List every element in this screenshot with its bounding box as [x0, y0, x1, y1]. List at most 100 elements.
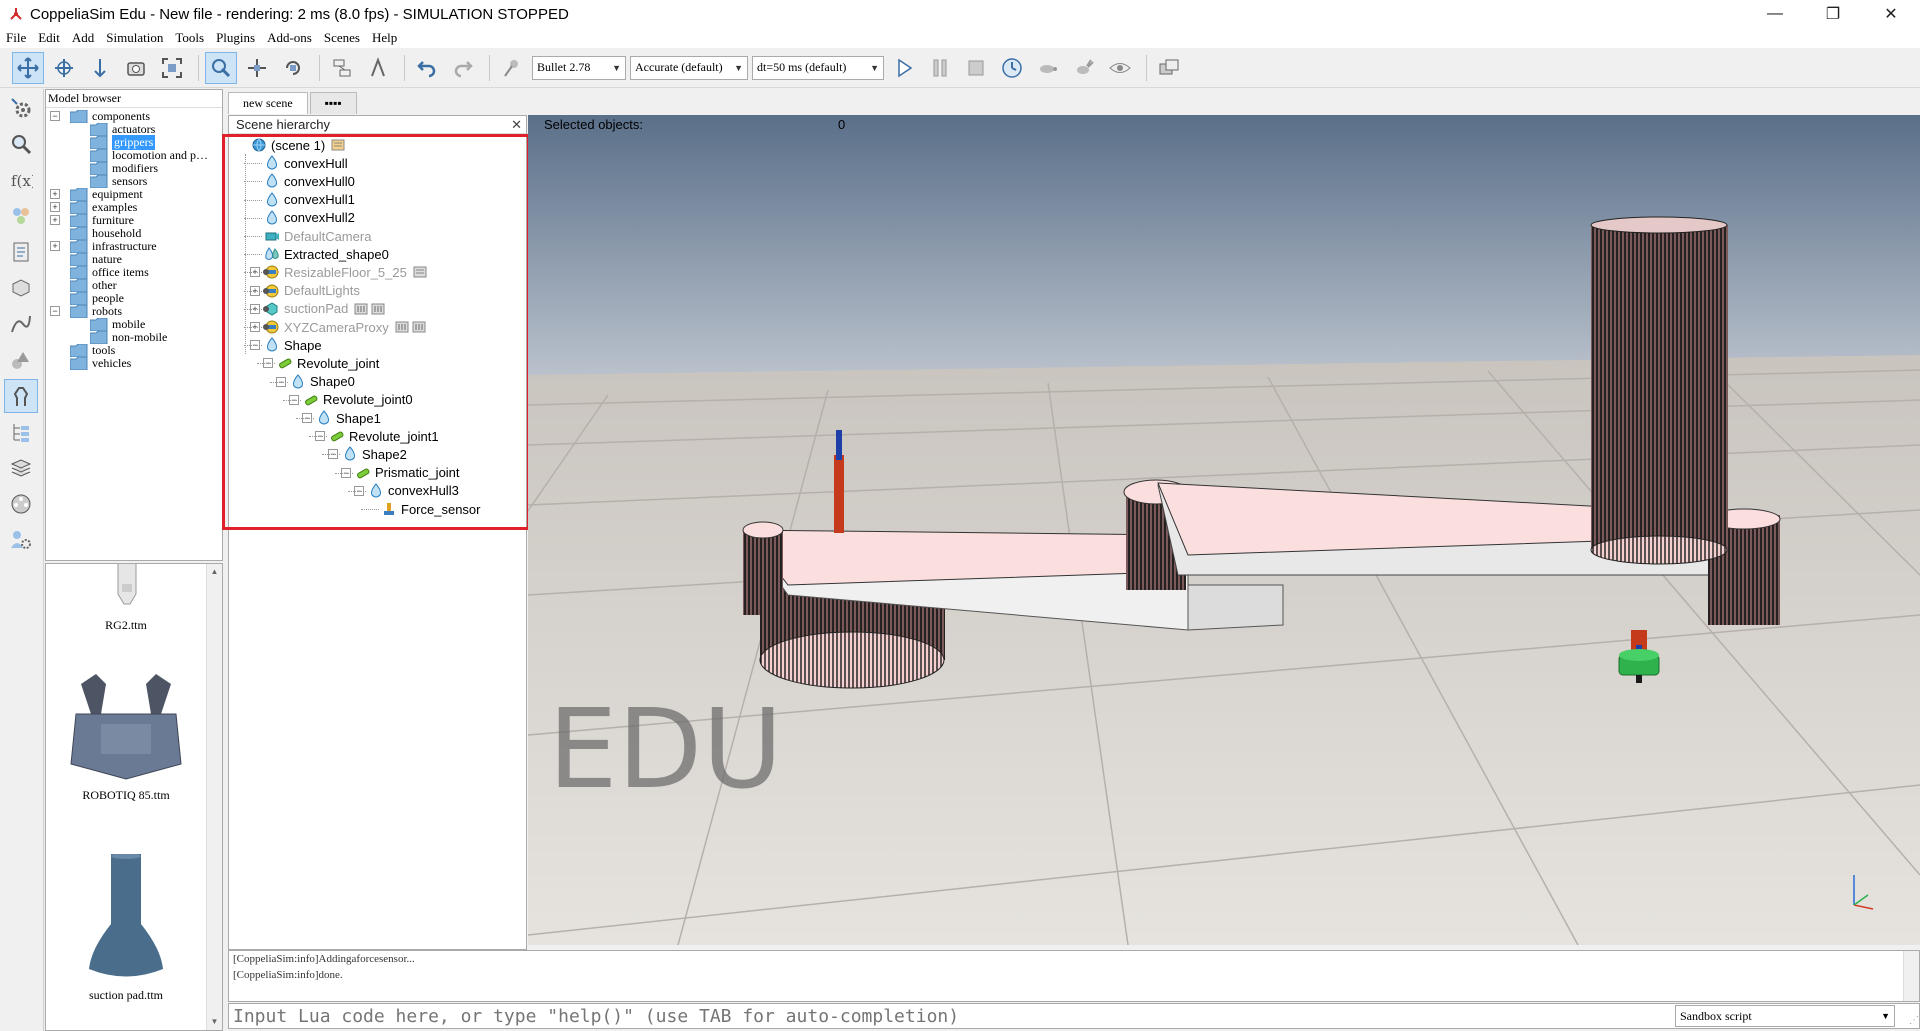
camera-rotate-button[interactable]: [48, 52, 80, 84]
menu-addons[interactable]: Add-ons: [267, 30, 312, 46]
script-icon[interactable]: [395, 321, 409, 333]
slower-button[interactable]: [1032, 52, 1064, 84]
menu-file[interactable]: File: [6, 30, 26, 46]
hierarchy-item[interactable]: Shape: [264, 336, 322, 354]
thumbnails-scrollbar[interactable]: ▲ ▼: [206, 564, 222, 1030]
tree-expander-icon[interactable]: +: [50, 202, 60, 212]
tab-new-scene[interactable]: new scene: [228, 92, 308, 114]
maximize-button[interactable]: ❐: [1804, 0, 1862, 28]
assemble-button[interactable]: [326, 52, 358, 84]
tree-expander-icon[interactable]: −: [50, 111, 60, 121]
hierarchy-item[interactable]: Force_sensor: [381, 500, 480, 518]
calculation-modules-button[interactable]: f(x): [4, 163, 38, 197]
hierarchy-item[interactable]: XYZCameraProxy: [264, 318, 426, 336]
menu-plugins[interactable]: Plugins: [216, 30, 255, 46]
model-browser-button[interactable]: [4, 379, 38, 413]
hierarchy-item[interactable]: Prismatic_joint: [355, 464, 460, 482]
menu-help[interactable]: Help: [372, 30, 397, 46]
menu-tools[interactable]: Tools: [175, 30, 204, 46]
tree-expander-icon[interactable]: +: [50, 241, 60, 251]
dynamics-toggle-button[interactable]: [496, 52, 528, 84]
pause-simulation-button[interactable]: [924, 52, 956, 84]
hierarchy-item[interactable]: convexHull3: [368, 482, 459, 500]
lua-command-input[interactable]: [229, 1005, 1675, 1027]
hierarchy-item[interactable]: Extracted_shape0: [264, 245, 389, 263]
scripts-button[interactable]: [4, 235, 38, 269]
3d-viewport[interactable]: Selected objects: 0 EDU: [528, 115, 1920, 945]
physics-engine-select[interactable]: Bullet 2.78 ▼: [532, 55, 626, 80]
hierarchy-item[interactable]: Shape2: [342, 445, 407, 463]
selection-button[interactable]: [4, 343, 38, 377]
scroll-down-icon[interactable]: ▼: [207, 1014, 222, 1030]
hierarchy-item[interactable]: DefaultLights: [264, 282, 360, 300]
simulation-settings-button[interactable]: [4, 91, 38, 125]
page-selector-button[interactable]: [1153, 52, 1185, 84]
realtime-button[interactable]: [996, 52, 1028, 84]
console-scrollbar[interactable]: [1903, 951, 1919, 1001]
customization-script-icon[interactable]: [371, 303, 385, 315]
menu-edit[interactable]: Edit: [38, 30, 60, 46]
scene-hierarchy-button[interactable]: [4, 415, 38, 449]
model-thumbnail[interactable]: suction pad.ttm: [46, 853, 206, 1003]
hierarchy-item[interactable]: ResizableFloor_5_25: [264, 263, 427, 281]
stop-simulation-button[interactable]: [960, 52, 992, 84]
fit-to-view-button[interactable]: [156, 52, 188, 84]
script-icon[interactable]: [413, 266, 427, 278]
hierarchy-item[interactable]: convexHull1: [264, 191, 355, 209]
rotate-icon: [286, 60, 300, 75]
transfer-dna-button[interactable]: [362, 52, 394, 84]
collections-button[interactable]: [4, 199, 38, 233]
hierarchy-item[interactable]: Shape0: [290, 373, 355, 391]
user-settings-button[interactable]: [4, 523, 38, 557]
resize-grip-icon[interactable]: ⋰: [1899, 1006, 1919, 1026]
faster-button[interactable]: [1068, 52, 1100, 84]
hierarchy-item[interactable]: Revolute_joint0: [303, 391, 413, 409]
camera-angle-button[interactable]: [120, 52, 152, 84]
path-edit-button[interactable]: [4, 307, 38, 341]
object-shift-button[interactable]: [241, 52, 273, 84]
menu-simulation[interactable]: Simulation: [106, 30, 163, 46]
hierarchy-item[interactable]: convexHull2: [264, 209, 355, 227]
minimize-button[interactable]: —: [1746, 0, 1804, 28]
tree-expander-icon[interactable]: +: [50, 189, 60, 199]
script-type-select[interactable]: Sandbox script ▼: [1675, 1005, 1895, 1027]
hierarchy-item[interactable]: Revolute_joint: [277, 354, 379, 372]
hierarchy-item[interactable]: DefaultCamera: [264, 227, 371, 245]
shape-edit-button[interactable]: [4, 271, 38, 305]
hierarchy-item[interactable]: Revolute_joint1: [329, 427, 439, 445]
hierarchy-item-label: Force_sensor: [401, 501, 481, 517]
menu-add[interactable]: Add: [72, 30, 94, 46]
object-properties-button[interactable]: [4, 127, 38, 161]
scroll-up-icon[interactable]: ▲: [207, 564, 222, 580]
layers-button[interactable]: [4, 451, 38, 485]
hierarchy-item[interactable]: convexHull0: [264, 172, 355, 190]
accuracy-select[interactable]: Accurate (default) ▼: [630, 55, 748, 80]
tree-connector: [244, 272, 262, 274]
tree-expander-icon[interactable]: +: [50, 215, 60, 225]
script-icon[interactable]: [331, 139, 345, 151]
customization-script-icon[interactable]: [412, 321, 426, 333]
close-icon[interactable]: ✕: [511, 117, 522, 133]
redo-button[interactable]: [447, 52, 479, 84]
hierarchy-item[interactable]: Shape1: [316, 409, 381, 427]
camera-shift-button[interactable]: [84, 52, 116, 84]
visualization-toggle-button[interactable]: [1104, 52, 1136, 84]
menu-scenes[interactable]: Scenes: [324, 30, 360, 46]
timestep-select[interactable]: dt=50 ms (default) ▼: [752, 55, 884, 80]
camera-pan-button[interactable]: [12, 51, 44, 84]
object-rotate-button[interactable]: [277, 52, 309, 84]
object-select-button[interactable]: [205, 51, 237, 84]
tree-expander-icon[interactable]: −: [50, 306, 60, 316]
tab-other-scene[interactable]: ▪▪▪▪: [309, 92, 357, 114]
close-button[interactable]: ✕: [1862, 0, 1920, 28]
start-simulation-button[interactable]: [888, 52, 920, 84]
video-recorder-button[interactable]: [4, 487, 38, 521]
hierarchy-item[interactable]: (scene 1): [251, 136, 345, 154]
model-thumbnail[interactable]: ROBOTIQ 85.ttm: [46, 674, 206, 803]
model-thumbnail[interactable]: RG2.ttm: [46, 564, 206, 633]
model-folder-item[interactable]: vehicles: [70, 355, 131, 371]
hierarchy-item[interactable]: convexHull: [264, 154, 348, 172]
hierarchy-item[interactable]: suctionPad: [264, 300, 385, 318]
undo-button[interactable]: [411, 52, 443, 84]
script-icon[interactable]: [354, 303, 368, 315]
